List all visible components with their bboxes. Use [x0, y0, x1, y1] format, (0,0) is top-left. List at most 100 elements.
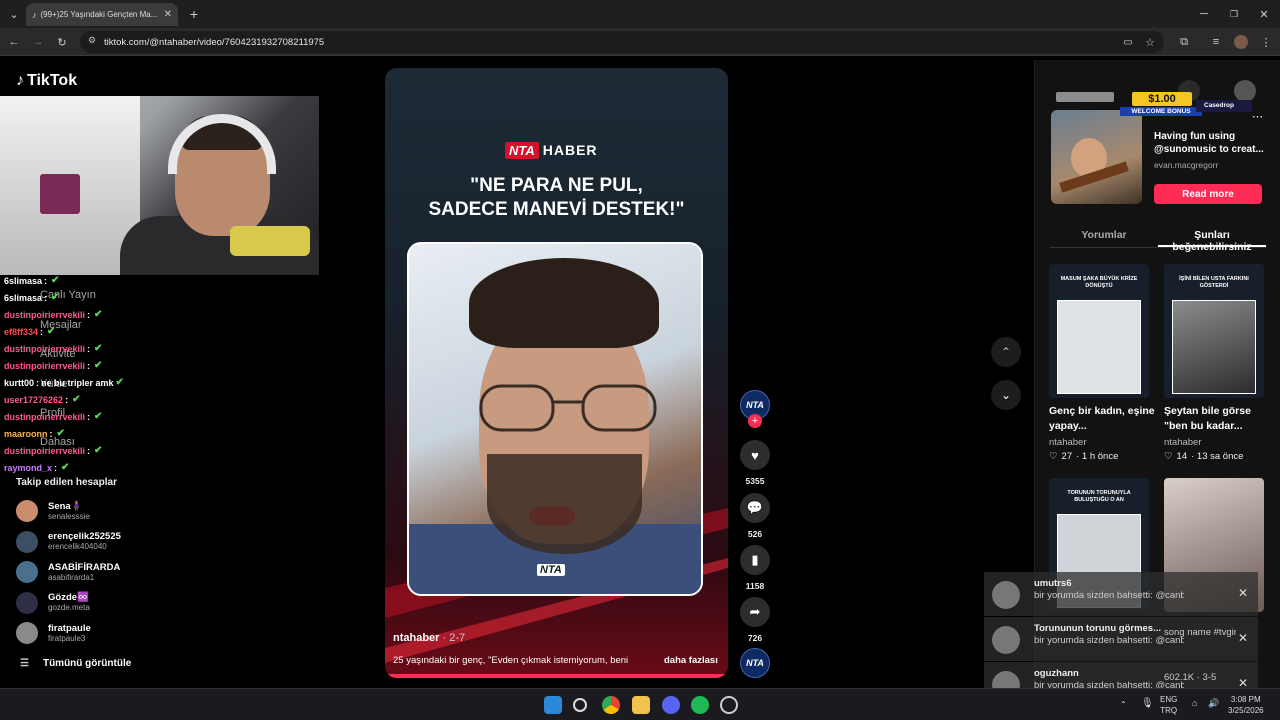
- next-video-icon[interactable]: ⌄: [991, 380, 1021, 410]
- notification-name: Torununun torunu görmes...: [1034, 623, 1162, 634]
- profile-avatar[interactable]: [1234, 35, 1248, 49]
- chat-username: dustinpoirierrvekili: [4, 411, 86, 422]
- language-code: ENG: [1160, 695, 1178, 704]
- video-author[interactable]: ntahaber: [393, 632, 439, 644]
- minimize-icon[interactable]: ─: [1196, 6, 1212, 22]
- card-2-heart-icon: ♡: [1164, 451, 1173, 462]
- followed-text: firatpaule firatpaule3: [48, 623, 91, 644]
- followed-account[interactable]: Gözde♾️ gozde.meta: [16, 588, 216, 618]
- reload-icon[interactable]: ↻: [54, 34, 70, 50]
- suggested-card-thumb-1[interactable]: MASUM ŞAKA BÜYÜK KRİZE DÖNÜŞTÜ: [1049, 264, 1149, 398]
- tiktok-logo[interactable]: ♪ TikTok: [16, 72, 77, 90]
- follow-plus-icon[interactable]: +: [748, 414, 762, 428]
- chat-message: user17276262 : ✔: [4, 391, 324, 408]
- previous-video-icon[interactable]: ⌃: [991, 337, 1021, 367]
- volume-icon[interactable]: 🔊: [1208, 698, 1219, 709]
- followed-name: ASABİFİRARDA: [48, 561, 121, 573]
- headline-line-1: "NE PARA NE PUL,: [470, 175, 643, 196]
- video-headline: "NE PARA NE PUL, SADECE MANEVİ DESTEK!": [385, 174, 728, 222]
- address-bar-row: ← → ↻ ⚙ tiktok.com/@ntahaber/video/76042…: [0, 28, 1280, 56]
- language-indicator[interactable]: ENG TRQ: [1160, 694, 1177, 716]
- new-tab-icon[interactable]: +: [186, 6, 202, 22]
- ad-more-icon[interactable]: ⋯: [1252, 110, 1263, 123]
- followed-handle: asabifirarda1: [48, 572, 95, 582]
- file-explorer-icon[interactable]: [632, 696, 650, 714]
- mic-icon[interactable]: 🎙: [1141, 698, 1154, 709]
- card-2-user[interactable]: ntahaber: [1164, 437, 1202, 448]
- site-info-icon[interactable]: ⚙: [88, 35, 96, 46]
- mention-notification[interactable]: umutrs6 bir yorumda sizden bahsetti: @can…: [984, 572, 1258, 616]
- followed-avatar: [16, 622, 38, 644]
- notification-name: oguzhann: [1034, 668, 1079, 679]
- windows-start-icon[interactable]: [544, 696, 562, 714]
- card-1-user[interactable]: ntahaber: [1049, 437, 1087, 448]
- tab-suggested[interactable]: Şunları beğenebilirsiniz: [1158, 224, 1266, 253]
- logo-text: TikTok: [27, 72, 78, 89]
- bookmark-star-icon[interactable]: ☆: [1142, 34, 1158, 50]
- chrome-icon[interactable]: [602, 696, 620, 714]
- forward-icon[interactable]: →: [30, 34, 46, 50]
- followed-account[interactable]: Sena🧍🏽‍♀️ senalesssie: [16, 496, 216, 526]
- video-player[interactable]: NTA HABER "NE PARA NE PUL, SADECE MANEVİ…: [385, 68, 728, 678]
- nta-logo-box: NTA: [505, 141, 539, 159]
- notification-text: bir yorumda sizden bahsetti: @canbequit: [1034, 590, 1184, 601]
- menu-dots-icon[interactable]: ⋮: [1258, 34, 1274, 50]
- followed-handle: gozde.meta: [48, 603, 90, 612]
- music-disc-avatar[interactable]: NTA: [740, 648, 770, 678]
- tab-close-icon[interactable]: ✕: [164, 9, 172, 20]
- card-1-title[interactable]: Genç bir kadın, eşine yapay...: [1049, 404, 1157, 434]
- ad-promo-banner[interactable]: $1.00 WELCOME BONUS Casedrop: [1056, 88, 1252, 116]
- ad-user[interactable]: evan.macgregorr: [1154, 160, 1218, 170]
- card-2-title[interactable]: Şeytan bile görse "ben bu kadar...: [1164, 404, 1272, 434]
- bookmark-icon[interactable]: ▮: [740, 545, 770, 575]
- browser-tab[interactable]: ♪ (99+)25 Yaşındaki Gençten Ma... ✕: [26, 3, 178, 26]
- ad-title[interactable]: Having fun using @sunomusic to creat...: [1154, 130, 1266, 156]
- followed-avatar: [16, 500, 38, 522]
- chat-message: raymond_x : ✔: [4, 459, 324, 476]
- restore-icon[interactable]: ❐: [1226, 6, 1242, 22]
- clock[interactable]: 3:08 PM 3/25/2026: [1228, 694, 1264, 716]
- nta-logo-text: HABER: [542, 142, 598, 158]
- chat-username: 6slimasa: [4, 275, 43, 286]
- cast-icon[interactable]: ▭: [1120, 34, 1136, 50]
- comment-icon[interactable]: 💬: [740, 493, 770, 523]
- share-icon[interactable]: ➦: [740, 597, 770, 627]
- tab-search-icon[interactable]: ⌄: [6, 6, 22, 22]
- video-progress-track[interactable]: [385, 674, 728, 678]
- ad-read-more-button[interactable]: Read more: [1154, 184, 1262, 204]
- discord-icon[interactable]: [662, 696, 680, 714]
- heart-icon[interactable]: ♥: [740, 440, 770, 470]
- right-tabs: Yorumlar Şunları beğenebilirsiniz: [1050, 224, 1266, 253]
- tab-comments[interactable]: Yorumlar: [1050, 224, 1158, 247]
- reading-list-icon[interactable]: ≡: [1208, 34, 1224, 50]
- suggested-card-thumb-2[interactable]: İŞİNİ BİLEN USTA FARKINI GÖSTERDİ: [1164, 264, 1264, 398]
- close-window-icon[interactable]: ✕: [1256, 6, 1272, 22]
- browser-tab-strip: ⌄ ♪ (99+)25 Yaşındaki Gençten Ma... ✕ + …: [0, 0, 1280, 28]
- followed-account[interactable]: ASABİFİRARDA asabifirarda1: [16, 557, 216, 587]
- obs-icon[interactable]: [720, 696, 738, 714]
- music-disc-group: NTA: [740, 648, 770, 678]
- list-icon: ☰: [20, 658, 29, 669]
- search-icon[interactable]: [573, 698, 587, 712]
- back-icon[interactable]: ←: [6, 34, 22, 50]
- keyboard-code: TRQ: [1160, 706, 1178, 715]
- notification-close-icon[interactable]: ✕: [1238, 631, 1248, 645]
- save-count: 1158: [745, 581, 765, 591]
- ad-thumbnail[interactable]: [1051, 110, 1142, 204]
- extensions-icon[interactable]: ⧉: [1176, 34, 1192, 50]
- mention-notification[interactable]: Torununun torunu görmes... bir yorumda si…: [984, 617, 1258, 661]
- webcam-overlay: [0, 96, 319, 275]
- followed-account[interactable]: erençelik252525 erencelik404040: [16, 527, 216, 557]
- spotify-icon[interactable]: [691, 696, 709, 714]
- url-input[interactable]: ⚙ tiktok.com/@ntahaber/video/76042319327…: [80, 31, 1164, 53]
- video-more-link[interactable]: daha fazlası: [664, 655, 718, 666]
- chat-username: kurtt00: [4, 377, 35, 388]
- ad-banner-brand: Casedrop: [1196, 100, 1252, 112]
- tray-expand-icon[interactable]: ⌃: [1120, 699, 1127, 710]
- notification-close-icon[interactable]: ✕: [1238, 586, 1248, 600]
- see-all-followed[interactable]: ☰ Tümünü görüntüle: [20, 658, 131, 669]
- chat-separator: :: [44, 292, 48, 303]
- followed-account[interactable]: firatpaule firatpaule3: [16, 618, 216, 648]
- network-icon[interactable]: ⌂: [1192, 698, 1197, 709]
- headline-line-2: SADECE MANEVİ DESTEK!": [428, 199, 685, 220]
